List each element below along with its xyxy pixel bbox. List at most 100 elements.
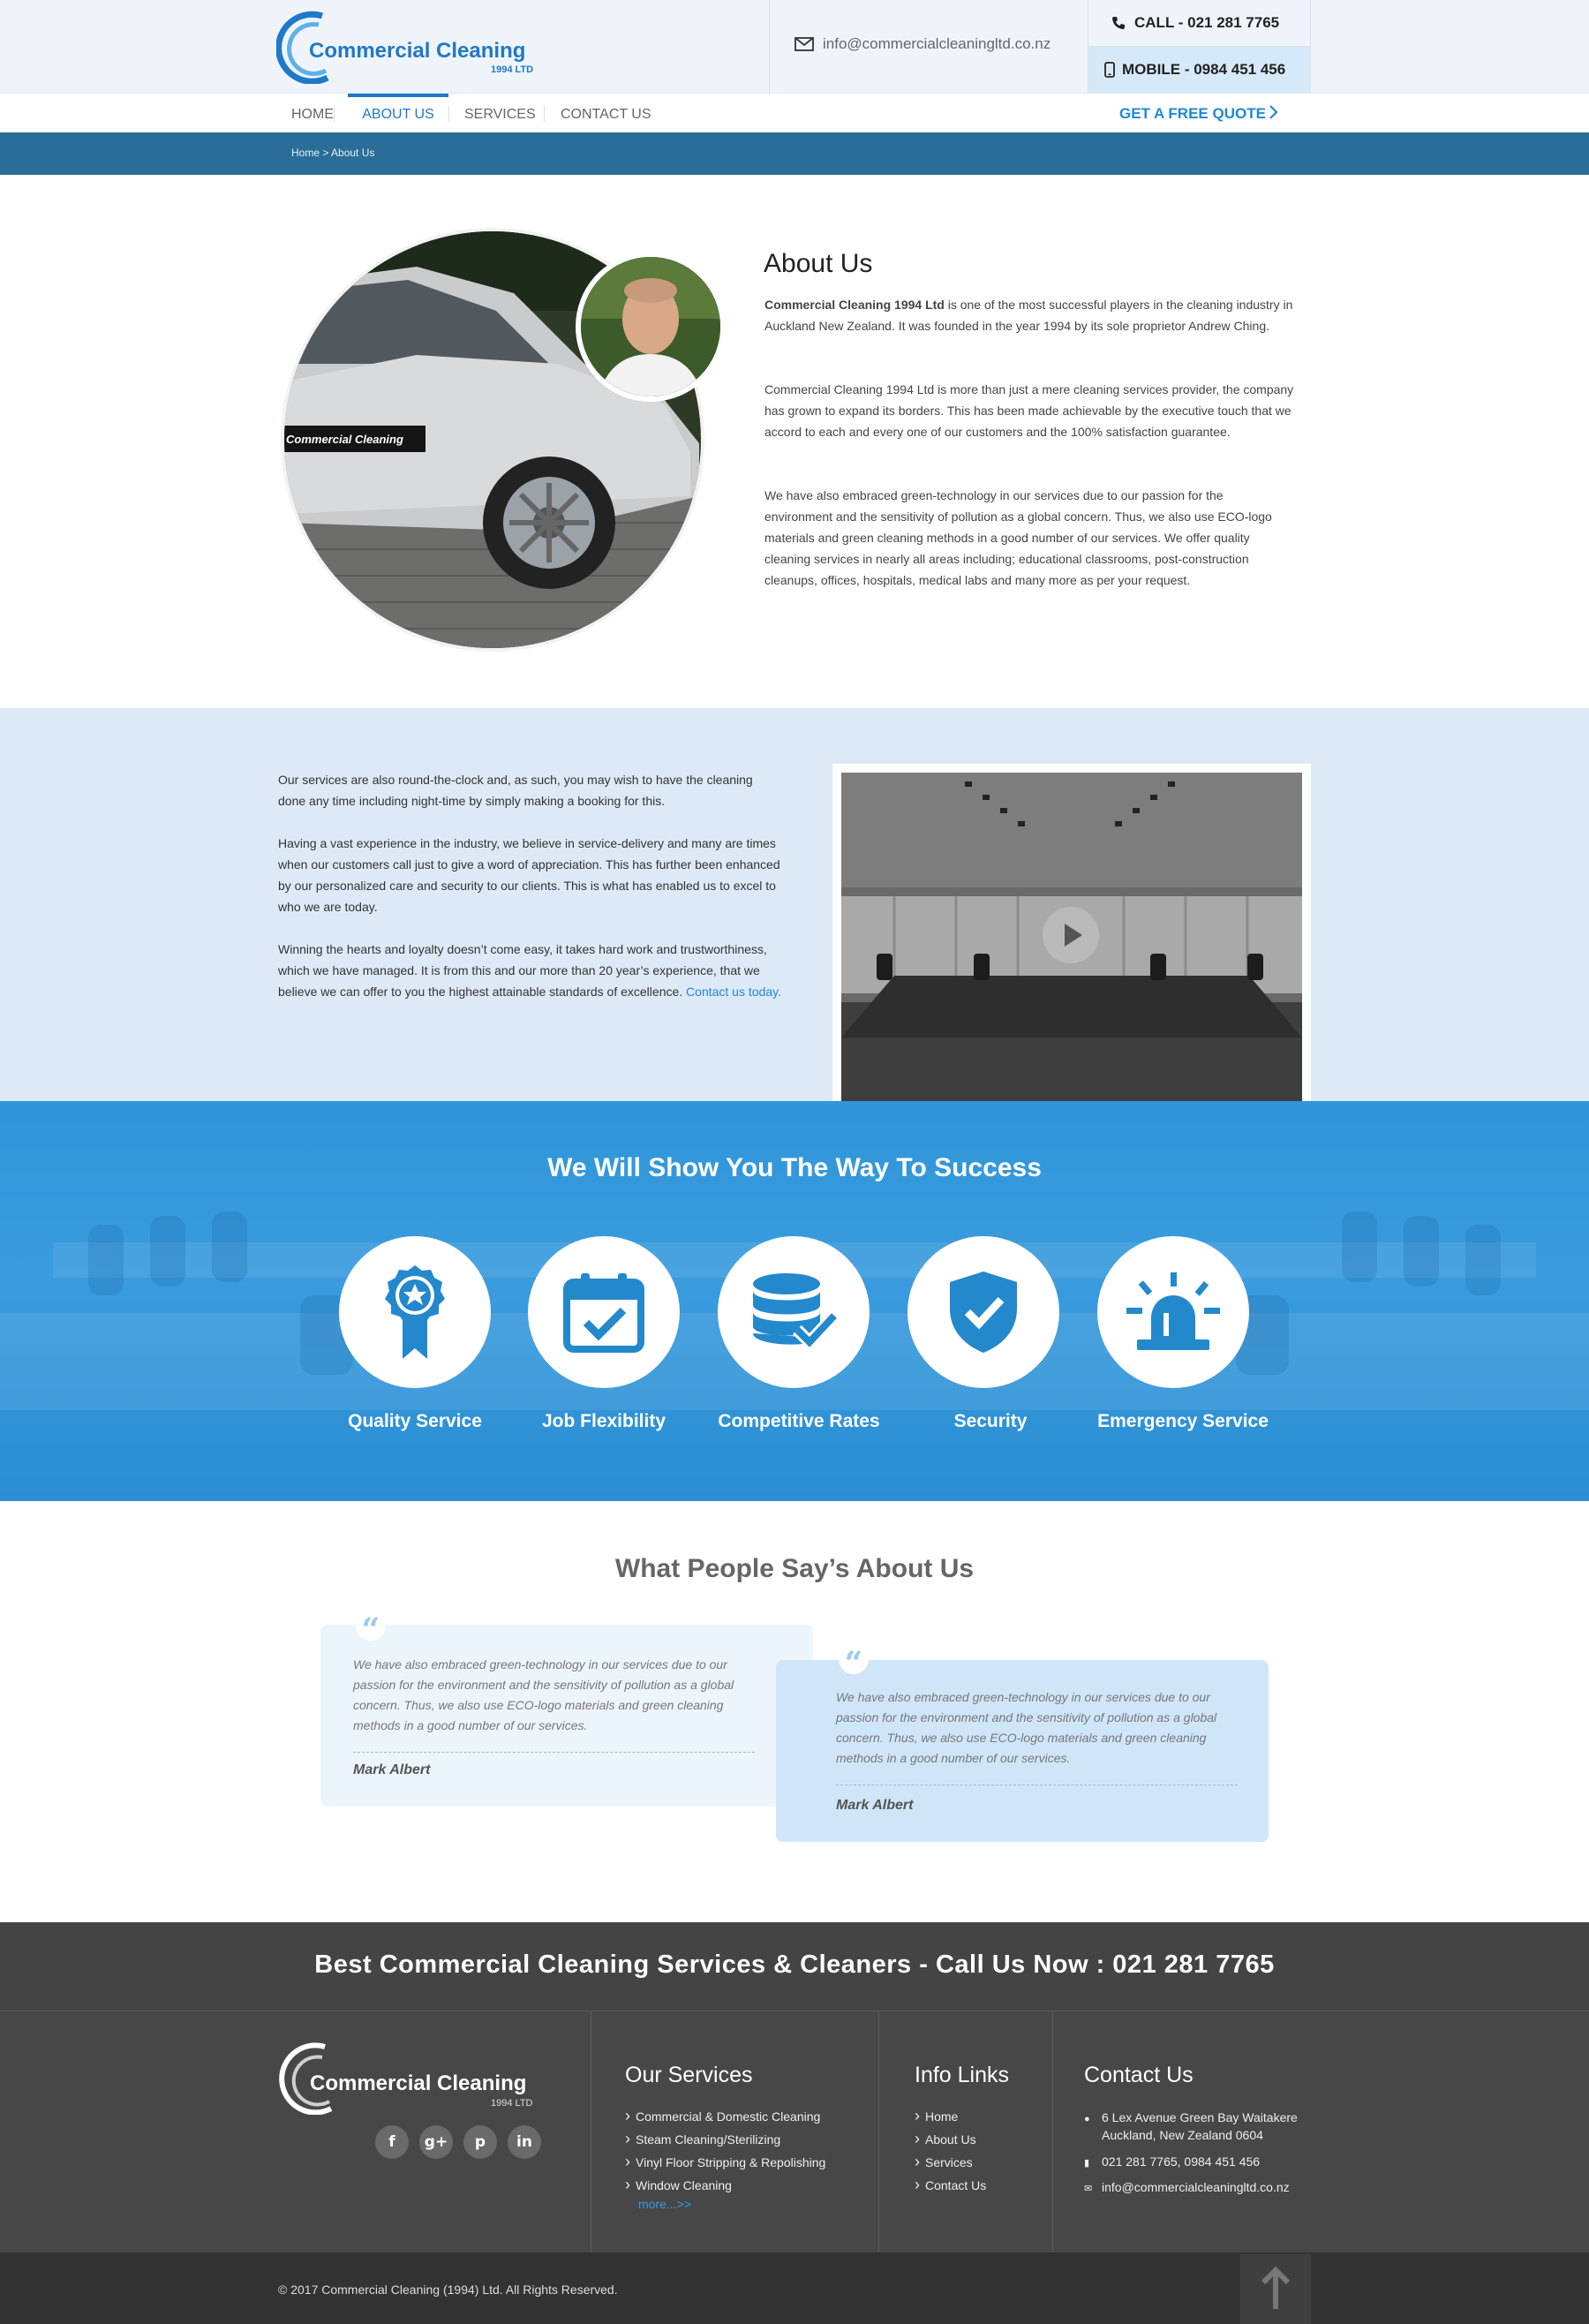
mobile-number: MOBILE - 0984 451 456 bbox=[1122, 61, 1286, 78]
services-paragraph-3: Winning the hearts and loyalty doesn’t c… bbox=[278, 939, 781, 1002]
logo-subtitle: 1994 LTD bbox=[491, 64, 534, 75]
site-logo[interactable]: Commercial Cleaning 1994 LTD bbox=[276, 9, 550, 84]
chevron-right-icon[interactable] bbox=[1269, 104, 1279, 120]
about-paragraph-3: We have also embraced green-technology i… bbox=[764, 488, 1272, 587]
nav-separator bbox=[544, 106, 545, 122]
nav-separator bbox=[334, 106, 335, 122]
nav-about-us[interactable]: ABOUT US bbox=[348, 94, 448, 133]
cta-text: Best Commercial Cleaning Services & Clea… bbox=[314, 1950, 1275, 1979]
quote-mark-icon: “ bbox=[356, 1611, 386, 1649]
mobile-phone-icon: ▮ bbox=[1084, 2158, 1090, 2169]
header-call[interactable]: CALL - 021 281 7765 bbox=[1088, 0, 1311, 47]
contact-us-link[interactable]: Contact us today. bbox=[686, 985, 781, 999]
about-heading: About Us bbox=[764, 249, 873, 278]
header-email-text: info@commercialcleaningltd.co.nz bbox=[823, 35, 1051, 52]
feature-security[interactable] bbox=[907, 1236, 1059, 1388]
call-number: CALL - 021 281 7765 bbox=[1134, 14, 1280, 31]
testimonial-divider bbox=[836, 1784, 1238, 1785]
footer-services-heading: Our Services bbox=[625, 2063, 753, 2087]
footer-info-link[interactable]: Services bbox=[915, 2150, 986, 2173]
copyright-text: © 2017 Commercial Cleaning (1994) Ltd. A… bbox=[278, 2282, 618, 2297]
nav-services[interactable]: SERVICES bbox=[464, 94, 536, 133]
footer-divider bbox=[878, 2011, 879, 2252]
footer-info-link[interactable]: About Us bbox=[915, 2127, 986, 2150]
footer-info-heading: Info Links bbox=[915, 2063, 1010, 2087]
services-paragraph-2: Having a vast experience in the industry… bbox=[278, 836, 780, 914]
company-name: Commercial Cleaning 1994 Ltd bbox=[764, 298, 945, 312]
testimonial-author: Mark Albert bbox=[353, 1762, 431, 1777]
footer-email-text: info@commercialcleaningltd.co.nz bbox=[1102, 2180, 1290, 2194]
facebook-icon[interactable]: f bbox=[375, 2125, 409, 2159]
footer-info-link[interactable]: Home bbox=[915, 2104, 986, 2127]
back-to-top-button[interactable] bbox=[1240, 2254, 1311, 2324]
footer-phone-numbers: 021 281 7765, 0984 451 456 bbox=[1102, 2154, 1261, 2169]
footer-divider bbox=[1052, 2011, 1053, 2252]
footer-logo-subtitle: 1994 LTD bbox=[491, 2098, 533, 2109]
database-check-icon bbox=[753, 1273, 838, 1352]
footer-service-link[interactable]: Steam Cleaning/Sterilizing bbox=[625, 2127, 825, 2150]
services-info-band bbox=[0, 708, 1589, 1101]
copyright-bar bbox=[0, 2252, 1589, 2324]
address-line-1: 6 Lex Avenue Green Bay Waitakere bbox=[1102, 2110, 1298, 2124]
feature-label-job-flexibility: Job Flexibility bbox=[541, 1411, 666, 1431]
feature-emergency-service[interactable] bbox=[1097, 1236, 1249, 1388]
feature-label-security: Security bbox=[953, 1411, 1028, 1431]
main-navigation: HOME ABOUT US SERVICES CONTACT US bbox=[0, 93, 1589, 132]
footer-contact-heading: Contact Us bbox=[1084, 2063, 1194, 2087]
breadcrumb[interactable]: Home > About Us bbox=[291, 147, 374, 159]
google-plus-icon[interactable]: g+ bbox=[419, 2125, 453, 2159]
video-play-button[interactable] bbox=[1043, 907, 1099, 963]
header-divider bbox=[769, 0, 770, 93]
footer-info-link[interactable]: Contact Us bbox=[915, 2173, 986, 2196]
services-paragraph-1: Our services are also round-the-clock an… bbox=[278, 773, 753, 808]
feature-competitive-rates[interactable] bbox=[718, 1236, 870, 1388]
footer-address: ● 6 Lex Avenue Green Bay Waitakere Auckla… bbox=[1084, 2109, 1298, 2144]
shield-check-icon bbox=[950, 1271, 1017, 1353]
nav-separator bbox=[448, 106, 449, 122]
quote-mark-icon: “ bbox=[839, 1644, 869, 1682]
header-email[interactable]: info@commercialcleaningltd.co.nz bbox=[794, 35, 1051, 53]
footer-logo[interactable]: Commercial Cleaning 1994 LTD bbox=[276, 2036, 541, 2116]
phone-icon bbox=[1112, 17, 1125, 29]
footer-service-link[interactable]: Vinyl Floor Stripping & Repolishing bbox=[625, 2150, 825, 2173]
feature-label-emergency-service: Emergency Service bbox=[1097, 1411, 1269, 1431]
footer-service-link[interactable]: Window Cleaning bbox=[625, 2173, 825, 2196]
testimonial-text: We have also embraced green-technology i… bbox=[353, 1657, 734, 1732]
success-heading: We Will Show You The Way To Success bbox=[547, 1153, 1042, 1182]
mobile-phone-icon bbox=[1104, 62, 1115, 78]
about-paragraph-2: Commercial Cleaning 1994 Ltd is more tha… bbox=[764, 382, 1294, 439]
footer-logo-name: Commercial Cleaning bbox=[310, 2071, 527, 2095]
siren-icon bbox=[1126, 1272, 1220, 1350]
free-quote-button[interactable]: GET A FREE QUOTE bbox=[1119, 93, 1266, 132]
footer-service-link[interactable]: Commercial & Domestic Cleaning bbox=[625, 2104, 825, 2127]
footer-email[interactable]: ✉ info@commercialcleaningltd.co.nz bbox=[1084, 2178, 1290, 2198]
arrow-up-icon bbox=[1261, 2266, 1291, 2309]
footer-info-list: Home About Us Services Contact Us bbox=[915, 2104, 986, 2196]
envelope-icon bbox=[794, 37, 814, 51]
feature-job-flexibility[interactable] bbox=[528, 1236, 680, 1388]
address-line-2: Auckland, New Zealand 0604 bbox=[1102, 2128, 1263, 2142]
more-services-link[interactable]: more...>> bbox=[638, 2197, 691, 2211]
feature-quality-service[interactable] bbox=[339, 1236, 491, 1388]
owner-portrait bbox=[576, 252, 726, 402]
footer-services-list: Commercial & Domestic Cleaning Steam Cle… bbox=[625, 2104, 825, 2196]
feature-label-competitive-rates: Competitive Rates bbox=[718, 1411, 880, 1431]
nav-home[interactable]: HOME bbox=[291, 94, 334, 133]
testimonials-heading: What People Say’s About Us bbox=[614, 1554, 975, 1583]
breadcrumb-bar bbox=[0, 132, 1589, 175]
award-ribbon-icon bbox=[385, 1265, 445, 1359]
feature-label-quality-service: Quality Service bbox=[348, 1411, 482, 1431]
pinterest-icon[interactable]: p bbox=[463, 2125, 497, 2159]
header-mobile[interactable]: MOBILE - 0984 451 456 bbox=[1088, 47, 1311, 93]
portrait-illustration bbox=[581, 257, 720, 396]
testimonial-author: Mark Albert bbox=[836, 1798, 914, 1813]
footer-phones[interactable]: ▮ 021 281 7765, 0984 451 456 bbox=[1084, 2153, 1260, 2172]
about-paragraph-1: Commercial Cleaning 1994 Ltd is one of t… bbox=[764, 294, 1294, 336]
envelope-icon: ✉ bbox=[1084, 2184, 1093, 2194]
nav-contact-us[interactable]: CONTACT US bbox=[561, 94, 651, 133]
linkedin-icon[interactable]: in bbox=[508, 2125, 541, 2159]
location-pin-icon: ● bbox=[1084, 2114, 1090, 2124]
testimonial-divider bbox=[353, 1752, 755, 1753]
play-icon bbox=[1065, 924, 1082, 947]
car-decal-text: Commercial Cleaning bbox=[286, 433, 403, 446]
